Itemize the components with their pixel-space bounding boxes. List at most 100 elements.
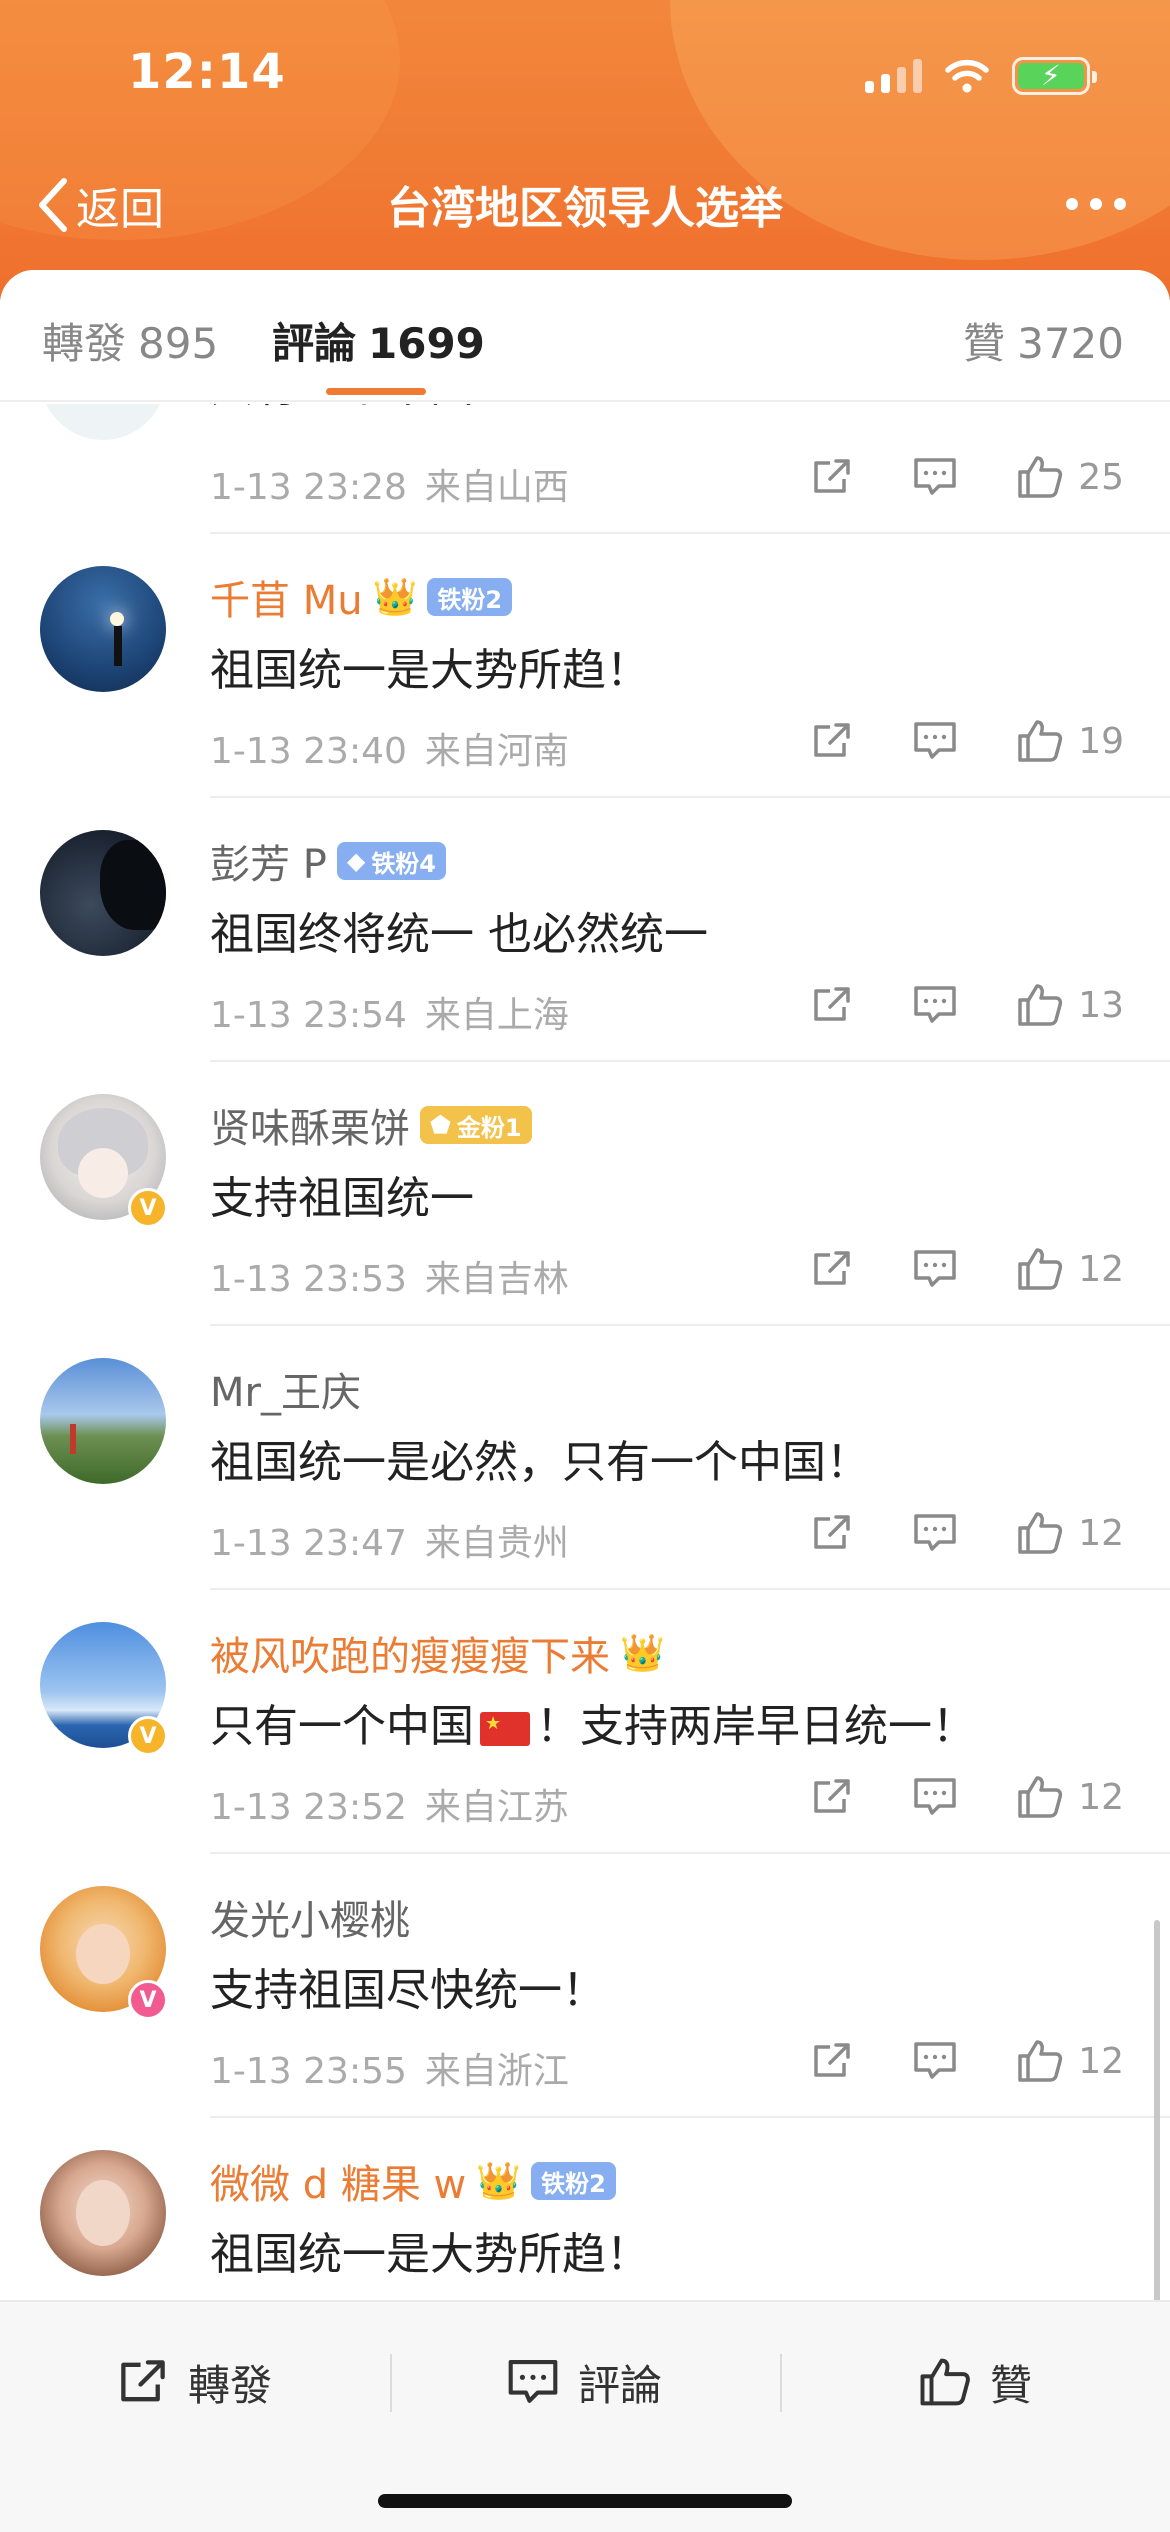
comment-location: 来自上海	[424, 995, 569, 1036]
repost-icon	[814, 1251, 850, 1285]
comment-text: 只有一个中国	[210, 404, 474, 414]
like-button[interactable]: 19	[1016, 718, 1124, 764]
comment-bar-button[interactable]: 評論	[506, 2342, 662, 2422]
like-count: 12	[1078, 1776, 1124, 1818]
like-button[interactable]: 12	[1016, 1510, 1124, 1556]
thumbs-up-icon	[1018, 2040, 1063, 2082]
comments-card: 轉發895 評論1699 贊3720 只有一个中国 1-13 23:28 来自山西…	[0, 270, 1170, 2300]
comment-text-part: 只有一个中国	[210, 1701, 474, 1752]
reply-button[interactable]	[912, 719, 958, 763]
like-button[interactable]: 12	[1016, 2038, 1124, 2084]
comment-username[interactable]: 彭芳 P ◆ 铁粉4	[210, 832, 447, 890]
comment-icon	[914, 722, 956, 759]
username-text: 微微 d 糖果 w	[210, 2162, 467, 2208]
repost-bar-button[interactable]: 轉發	[116, 2342, 272, 2422]
repost-button[interactable]	[810, 1511, 854, 1555]
username-text: Mr_王庆	[210, 1370, 361, 1416]
comment-location: 来自贵州	[424, 1523, 569, 1564]
avatar[interactable]	[40, 1358, 166, 1484]
like-count: 13	[1078, 984, 1124, 1026]
comment-text: 支持祖国尽快统一！	[210, 1965, 606, 2016]
thumbs-up-icon	[1018, 456, 1063, 498]
comment-actions: 19	[810, 716, 1124, 766]
repost-icon	[814, 1515, 850, 1549]
comment-list[interactable]: 只有一个中国 1-13 23:28来自山西 25 千苜 Mu 👑 铁粉2 祖	[0, 404, 1170, 2300]
tab-like-count: 3720	[1017, 319, 1124, 368]
comment-location: 来自山西	[424, 467, 569, 508]
comment-text: 支持祖国统一	[210, 1173, 474, 1224]
repost-button[interactable]	[810, 1775, 854, 1819]
reply-button[interactable]	[912, 455, 958, 499]
comment-text: 祖国统一是必然，只有一个中国！	[210, 1437, 870, 1488]
comment-username[interactable]: 发光小樱桃	[210, 1888, 410, 1946]
charging-bolt-icon: ⚡	[1041, 59, 1061, 92]
comment-time: 1-13 23:47	[210, 1523, 407, 1564]
comment-username[interactable]: 贤味酥栗饼 ⬟ 金粉1	[210, 1096, 532, 1154]
like-bar-button[interactable]: 贊	[918, 2342, 1032, 2422]
reply-button[interactable]	[912, 1511, 958, 1555]
reply-button[interactable]	[912, 1775, 958, 1819]
tab-repost[interactable]: 轉發 895	[42, 310, 218, 371]
list-item: 千苜 Mu 👑 铁粉2 祖国统一是大势所趋！ 1-13 23:40 来自河南 19	[0, 534, 1170, 798]
thumbs-up-icon	[1018, 984, 1063, 1026]
avatar[interactable]	[40, 404, 166, 440]
header: 12:14 ⚡ 返回 台湾地区领导人选举	[0, 0, 1170, 300]
repost-icon	[814, 1779, 850, 1813]
repost-button[interactable]	[810, 2039, 854, 2083]
avatar[interactable]	[40, 830, 166, 956]
home-indicator[interactable]	[378, 2494, 792, 2508]
repost-icon	[814, 987, 850, 1021]
more-button[interactable]	[1066, 182, 1126, 226]
repost-icon	[814, 459, 850, 493]
fan-badge: ◆ 铁粉4	[336, 842, 447, 880]
active-tab-indicator	[326, 388, 426, 395]
repost-button[interactable]	[810, 983, 854, 1027]
like-button[interactable]: 25	[1016, 454, 1124, 500]
repost-button[interactable]	[810, 1247, 854, 1291]
tab-comment[interactable]: 評論 1699	[272, 310, 485, 371]
divider	[390, 2354, 392, 2412]
comment-username[interactable]: Mr_王庆	[210, 1360, 361, 1418]
thumbs-up-icon	[1018, 1512, 1063, 1554]
china-flag-icon	[480, 1712, 530, 1746]
repost-button[interactable]	[810, 719, 854, 763]
list-item: 只有一个中国 1-13 23:28 来自山西 25	[0, 404, 1170, 534]
divider	[780, 2354, 782, 2412]
comment-meta: 1-13 23:40 来自河南	[210, 722, 569, 774]
reply-button[interactable]	[912, 2039, 958, 2083]
like-button[interactable]: 13	[1016, 982, 1124, 1028]
reply-button[interactable]	[912, 1247, 958, 1291]
comment-username[interactable]: 被风吹跑的瘦瘦瘦下来 👑	[210, 1624, 665, 1682]
reply-button[interactable]	[912, 983, 958, 1027]
username-text: 千苜 Mu	[210, 578, 363, 624]
list-item: 彭芳 P ◆ 铁粉4 祖国终将统一 也必然统一 1-13 23:54 来自上海 13	[0, 798, 1170, 1062]
scrollbar[interactable]	[1154, 1920, 1160, 2300]
tab-like[interactable]: 贊 3720	[963, 310, 1124, 371]
like-button[interactable]: 12	[1016, 1774, 1124, 1820]
comment-time: 1-13 23:40	[210, 731, 407, 772]
comment-location: 来自河南	[424, 731, 569, 772]
comment-icon	[508, 2359, 558, 2403]
more-dot-icon	[1114, 198, 1126, 210]
comment-text: 只有一个中国 ！支持两岸早日统一！	[210, 1690, 976, 1754]
like-button[interactable]: 12	[1016, 1246, 1124, 1292]
repost-button[interactable]	[810, 455, 854, 499]
username-text: 彭芳 P	[210, 842, 327, 888]
fan-badge: ⬟ 金粉1	[420, 1106, 532, 1144]
like-count: 19	[1078, 720, 1124, 762]
repost-bar-label: 轉發	[188, 2360, 273, 2410]
avatar[interactable]	[40, 566, 166, 692]
comment-location: 来自浙江	[424, 2051, 569, 2092]
tab-comment-label: 評論	[272, 319, 357, 368]
tab-repost-label: 轉發	[42, 319, 127, 368]
verified-badge-icon: V	[128, 1188, 168, 1228]
comment-actions: 12	[810, 1508, 1124, 1558]
comment-username[interactable]: 微微 d 糖果 w 👑 铁粉2	[210, 2152, 616, 2210]
list-item: V 贤味酥栗饼 ⬟ 金粉1 支持祖国统一 1-13 23:53 来自吉林 12	[0, 1062, 1170, 1326]
comment-username[interactable]: 千苜 Mu 👑 铁粉2	[210, 568, 513, 626]
comment-icon	[914, 1250, 956, 1287]
comment-text: 祖国终将统一 也必然统一	[210, 909, 708, 960]
avatar[interactable]	[40, 2150, 166, 2276]
repost-icon	[121, 2360, 165, 2402]
like-count: 12	[1078, 2040, 1124, 2082]
